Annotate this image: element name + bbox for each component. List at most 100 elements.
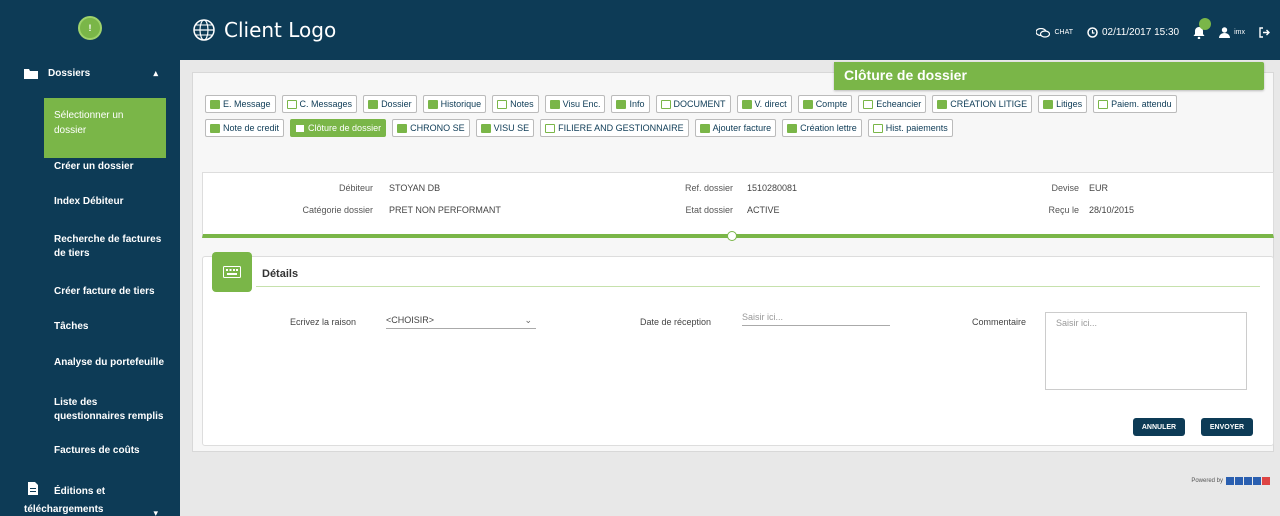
sidebar-item-analyse[interactable]: Analyse du portefeuille bbox=[54, 356, 166, 370]
raison-select-value: <CHOISIR> bbox=[386, 315, 435, 325]
etat-dossier-value: ACTIVE bbox=[747, 205, 780, 215]
toolbar-icon bbox=[863, 99, 874, 109]
toolbar-button-label: VISU SE bbox=[493, 123, 530, 133]
etat-dossier-label: Etat dossier bbox=[685, 205, 733, 215]
recu-value: 28/10/2015 bbox=[1089, 205, 1135, 215]
toolbar-button-c-messages[interactable]: C. Messages bbox=[281, 95, 358, 113]
user-menu[interactable]: imx bbox=[1219, 27, 1245, 38]
toolbar-button-compte[interactable]: Compte bbox=[797, 95, 853, 113]
toolbar-icon bbox=[1043, 99, 1054, 109]
send-button[interactable]: ENVOYER bbox=[1201, 418, 1253, 436]
sidebar-item-recherche-factures[interactable]: Recherche de factures de tiers bbox=[54, 233, 166, 261]
avatar[interactable]: ! bbox=[78, 16, 102, 40]
toolbar-button-ajouter-facture[interactable]: Ajouter facture bbox=[694, 119, 777, 137]
toolbar-icon bbox=[295, 123, 306, 133]
sidebar-item-editions[interactable]: Éditions et téléchargements ▾ bbox=[24, 470, 174, 516]
logo-text: Client Logo bbox=[224, 18, 337, 42]
sidebar-editions-label-1: Éditions et bbox=[54, 486, 106, 497]
toolbar-button-label: Echeancier bbox=[876, 99, 922, 109]
date-reception-placeholder: Saisir ici... bbox=[742, 312, 784, 322]
cancel-button[interactable]: ANNULER bbox=[1133, 418, 1185, 436]
sidebar-item-selectionner-dossier[interactable]: Sélectionner un dossier bbox=[44, 98, 166, 158]
sidebar-item-taches[interactable]: Tâches bbox=[54, 320, 166, 334]
toolbar-button-paiem-attendu[interactable]: Paiem. attendu bbox=[1093, 95, 1177, 113]
sidebar-item-factures-couts[interactable]: Factures de coûts bbox=[54, 444, 166, 458]
categorie-value: PRET NON PERFORMANT bbox=[389, 205, 501, 215]
client-logo[interactable]: Client Logo bbox=[192, 18, 336, 42]
toolbar-button-note-de-credit[interactable]: Note de credit bbox=[205, 119, 285, 137]
toolbar-button-visu-se[interactable]: VISU SE bbox=[475, 119, 535, 137]
toolbar-icon bbox=[397, 123, 408, 133]
toolbar-icon bbox=[787, 123, 798, 133]
powered-by: Powered by bbox=[1191, 477, 1270, 485]
toolbar-button-document[interactable]: DOCUMENT bbox=[655, 95, 731, 113]
header-actions: CHAT 02/11/2017 15:30 imx bbox=[1022, 18, 1270, 39]
toolbar-button-cr-ation-litige[interactable]: CRÉATION LITIGE bbox=[932, 95, 1033, 113]
debiteur-label: Débiteur bbox=[338, 183, 373, 193]
top-bar: Client Logo CHAT 02/11/2017 15:30 imx bbox=[180, 0, 1280, 60]
commentaire-label: Commentaire bbox=[972, 317, 1027, 327]
raison-select[interactable]: <CHOISIR> ⌄ bbox=[386, 315, 536, 329]
commentaire-textarea[interactable]: Saisir ici... bbox=[1045, 312, 1247, 390]
toolbar-icon bbox=[1098, 99, 1109, 109]
brand-logo-block bbox=[1226, 477, 1234, 485]
toolbar-button-filiere-and-gestionnaire[interactable]: FILIERE AND GESTIONNAIRE bbox=[540, 119, 689, 137]
globe-icon bbox=[193, 19, 215, 41]
chat-label: CHAT bbox=[1054, 29, 1073, 36]
toolbar-button-label: DOCUMENT bbox=[673, 99, 726, 109]
devise-label: Devise bbox=[1051, 183, 1079, 193]
toolbar-button-label: Litiges bbox=[1056, 99, 1083, 109]
sidebar-root-label: Dossiers bbox=[48, 67, 91, 79]
sidebar-item-creer-dossier[interactable]: Créer un dossier bbox=[54, 160, 166, 174]
toolbar-button-cl-ture-de-dossier[interactable]: Clôture de dossier bbox=[290, 119, 387, 137]
toolbar-icon bbox=[427, 99, 438, 109]
sidebar-item-questionnaires[interactable]: Liste des questionnaires remplis bbox=[54, 396, 166, 424]
toolbar-button-label: Visu Enc. bbox=[562, 99, 601, 109]
toolbar-button-v-direct[interactable]: V. direct bbox=[736, 95, 792, 113]
toolbar-button-e-message[interactable]: E. Message bbox=[205, 95, 276, 113]
toolbar-button-dossier[interactable]: Dossier bbox=[363, 95, 417, 113]
toolbar-icon bbox=[699, 123, 710, 133]
document-icon bbox=[28, 482, 38, 495]
chat-icon bbox=[1036, 27, 1051, 38]
toolbar-icon bbox=[937, 99, 948, 109]
toolbar-icon bbox=[872, 123, 883, 133]
toolbar-icon bbox=[549, 99, 560, 109]
toolbar-button-label: Dossier bbox=[381, 99, 412, 109]
ref-dossier-value: 1510280081 bbox=[747, 183, 798, 193]
toolbar-button-label: E. Message bbox=[223, 99, 271, 109]
toolbar-button-visu-enc[interactable]: Visu Enc. bbox=[544, 95, 606, 113]
chat-button[interactable]: CHAT bbox=[1036, 27, 1073, 38]
details-divider bbox=[256, 286, 1260, 287]
folder-icon bbox=[24, 68, 38, 79]
sidebar-item-creer-facture[interactable]: Créer facture de tiers bbox=[54, 285, 166, 299]
raison-label: Ecrivez la raison bbox=[290, 317, 357, 327]
ref-dossier-label: Ref. dossier bbox=[684, 183, 733, 193]
toolbar-button-litiges[interactable]: Litiges bbox=[1038, 95, 1088, 113]
toolbar-button-historique[interactable]: Historique bbox=[422, 95, 487, 113]
toolbar-button-label: CHRONO SE bbox=[410, 123, 465, 133]
toolbar-button-chrono-se[interactable]: CHRONO SE bbox=[392, 119, 470, 137]
notifications-button[interactable] bbox=[1193, 18, 1212, 39]
collapse-toggle[interactable] bbox=[727, 231, 737, 241]
toolbar-button-info[interactable]: Info bbox=[611, 95, 650, 113]
date-reception-input[interactable]: Saisir ici... bbox=[742, 312, 890, 326]
sidebar-item-dossiers[interactable]: Dossiers ▴ bbox=[0, 60, 180, 86]
toolbar-button-hist-paiements[interactable]: Hist. paiements bbox=[867, 119, 953, 137]
toolbar-button-label: Création lettre bbox=[800, 123, 857, 133]
datetime-text: 02/11/2017 15:30 bbox=[1102, 27, 1180, 38]
dossier-info-card: Débiteur STOYAN DB Catégorie dossier PRE… bbox=[202, 172, 1274, 241]
toolbar-icon bbox=[480, 123, 491, 133]
logout-button[interactable] bbox=[1259, 27, 1270, 38]
sidebar-item-index-debiteur[interactable]: Index Débiteur bbox=[54, 195, 166, 209]
toolbar-button-echeancier[interactable]: Echeancier bbox=[858, 95, 927, 113]
keyboard-icon bbox=[212, 252, 252, 292]
chevron-down-icon: ▾ bbox=[153, 508, 158, 516]
toolbar-icon bbox=[210, 99, 220, 109]
toolbar-button-label: Ajouter facture bbox=[712, 123, 772, 133]
toolbar-button-cr-ation-lettre[interactable]: Création lettre bbox=[782, 119, 862, 137]
toolbar-button-label: Note de credit bbox=[223, 123, 280, 133]
toolbar-button-label: Historique bbox=[440, 99, 482, 109]
toolbar-button-notes[interactable]: Notes bbox=[492, 95, 539, 113]
debiteur-value: STOYAN DB bbox=[389, 183, 441, 193]
